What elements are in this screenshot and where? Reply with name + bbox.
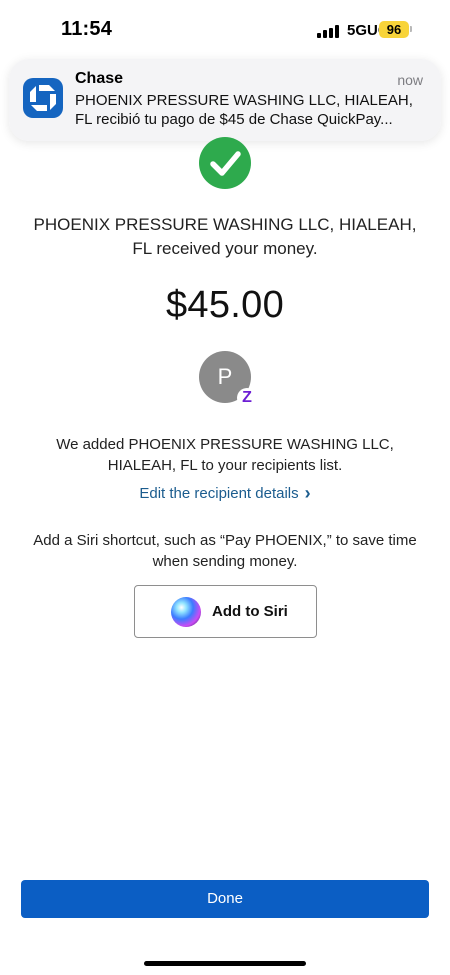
cellular-signal-icon: [317, 25, 339, 38]
add-to-siri-label: Add to Siri: [212, 603, 288, 620]
siri-shortcut-message: Add a Siri shortcut, such as “Pay PHOENI…: [20, 530, 430, 572]
battery-icon: 96: [379, 21, 409, 38]
payment-confirmation-screen: 11:54 5GUC 96 Chase now PHOENIX PRESSURE…: [0, 0, 450, 975]
notification-app-name: Chase: [75, 70, 124, 87]
edit-recipient-link[interactable]: Edit the recipient details ›: [0, 483, 450, 504]
edit-recipient-label: Edit the recipient details: [139, 485, 299, 502]
checkmark-circle-icon: [199, 137, 251, 189]
done-button[interactable]: Done: [21, 880, 429, 918]
notification-line-1: PHOENIX PRESSURE WASHING LLC, HIALEAH,: [75, 92, 413, 109]
added-line-2: HIALEAH, FL to your recipients list.: [107, 457, 343, 474]
siri-icon: [171, 597, 201, 627]
chase-notification-banner[interactable]: Chase now PHOENIX PRESSURE WASHING LLC, …: [9, 59, 441, 141]
notification-time: now: [397, 72, 423, 88]
add-to-siri-button[interactable]: Add to Siri: [134, 585, 317, 638]
headline-line-2: FL received your money.: [132, 239, 318, 258]
chevron-right-icon: ›: [304, 483, 311, 503]
notification-line-2: FL recibió tu pago de $45 de Chase Quick…: [75, 111, 393, 128]
added-line-1: We added PHOENIX PRESSURE WASHING LLC,: [56, 436, 394, 453]
payment-amount: $45.00: [165, 284, 285, 326]
siri-text-line-2: when sending money.: [152, 553, 298, 570]
status-time: 11:54: [61, 18, 113, 40]
chase-logo-icon: [23, 78, 63, 118]
home-indicator[interactable]: [144, 961, 306, 966]
battery-nub: [410, 26, 412, 32]
recipient-added-message: We added PHOENIX PRESSURE WASHING LLC, H…: [25, 434, 425, 476]
status-bar: 11:54 5GUC 96: [0, 0, 450, 60]
headline-line-1: PHOENIX PRESSURE WASHING LLC, HIALEAH,: [33, 215, 417, 234]
siri-text-line-1: Add a Siri shortcut, such as “Pay PHOENI…: [33, 532, 417, 549]
confirmation-headline: PHOENIX PRESSURE WASHING LLC, HIALEAH, F…: [25, 213, 425, 261]
zelle-icon: Z: [237, 388, 257, 408]
notification-body: PHOENIX PRESSURE WASHING LLC, HIALEAH, F…: [75, 91, 425, 129]
